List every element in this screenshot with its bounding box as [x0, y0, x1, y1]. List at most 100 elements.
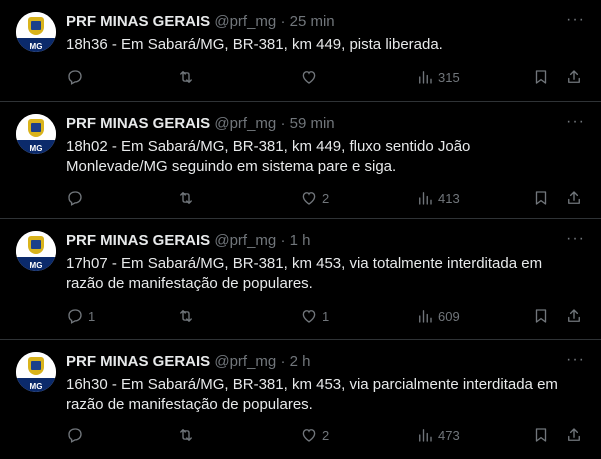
- separator: ·: [280, 353, 286, 370]
- reply-icon: [68, 191, 82, 206]
- share-icon: [568, 428, 580, 441]
- share-button[interactable]: [565, 188, 583, 208]
- retweet-icon: [180, 71, 192, 83]
- like-button[interactable]: 2: [300, 425, 329, 445]
- tweet-actions: 1 1 609: [66, 306, 585, 326]
- prf-badge-icon: [28, 17, 44, 35]
- tweet-text: 18h02 - Em Sabará/MG, BR-381, km 449, fl…: [66, 138, 471, 175]
- views-icon: [419, 429, 432, 442]
- share-button[interactable]: [565, 425, 583, 445]
- like-icon: [302, 310, 316, 323]
- bookmark-button[interactable]: [532, 67, 550, 87]
- author-handle[interactable]: @prf_mg: [214, 232, 276, 249]
- reply-button[interactable]: [66, 67, 88, 87]
- author-handle[interactable]: @prf_mg: [214, 13, 276, 30]
- timeline-feed: MG PRF MINAS GERAIS @prf_mg · 25 min 18h…: [0, 0, 601, 457]
- avatar-label: MG: [29, 42, 43, 51]
- tweet-actions: 315: [66, 67, 585, 87]
- share-icon: [568, 309, 580, 322]
- avatar[interactable]: MG: [16, 12, 56, 52]
- like-count: 2: [322, 427, 330, 443]
- author-name[interactable]: PRF MINAS GERAIS: [66, 13, 210, 30]
- bookmark-icon: [535, 309, 547, 323]
- prf-badge-icon: [28, 357, 44, 375]
- reply-icon: [68, 309, 82, 324]
- tweet[interactable]: MG PRF MINAS GERAIS @prf_mg · 25 min 18h…: [0, 0, 601, 102]
- reply-button[interactable]: [66, 425, 88, 445]
- avatar-label: MG: [29, 144, 43, 153]
- views-button[interactable]: 473: [416, 425, 460, 445]
- retweet-button[interactable]: [177, 306, 199, 326]
- views-icon: [419, 310, 432, 323]
- like-icon: [302, 192, 316, 205]
- share-button[interactable]: [565, 67, 583, 87]
- reply-button[interactable]: [66, 188, 88, 208]
- tweet-header: PRF MINAS GERAIS @prf_mg · 1 h: [66, 231, 561, 251]
- timestamp[interactable]: 1 h: [290, 232, 311, 249]
- share-icon: [568, 191, 580, 204]
- retweet-button[interactable]: [177, 67, 199, 87]
- bookmark-icon: [535, 191, 547, 205]
- more-icon[interactable]: ···: [566, 352, 585, 368]
- prf-badge-icon: [28, 119, 44, 137]
- views-button[interactable]: 315: [416, 67, 460, 87]
- tweet[interactable]: MG PRF MINAS GERAIS @prf_mg · 2 h 16h30 …: [0, 340, 601, 457]
- avatar[interactable]: MG: [16, 114, 56, 154]
- views-count: 609: [438, 308, 460, 324]
- avatar-label: MG: [29, 382, 43, 391]
- author-name[interactable]: PRF MINAS GERAIS: [66, 115, 210, 132]
- like-count: 1: [322, 308, 330, 324]
- tweet-text: 16h30 - Em Sabará/MG, BR-381, km 453, vi…: [66, 376, 558, 413]
- timestamp[interactable]: 25 min: [290, 13, 335, 30]
- author-handle[interactable]: @prf_mg: [214, 115, 276, 132]
- like-button[interactable]: 1: [300, 306, 329, 326]
- tweet[interactable]: MG PRF MINAS GERAIS @prf_mg · 59 min 18h…: [0, 102, 601, 219]
- author-handle[interactable]: @prf_mg: [214, 353, 276, 370]
- reply-icon: [68, 70, 82, 85]
- views-icon: [419, 71, 432, 84]
- like-count: 2: [322, 190, 330, 206]
- views-count: 413: [438, 190, 460, 206]
- separator: ·: [280, 13, 286, 30]
- author-name[interactable]: PRF MINAS GERAIS: [66, 232, 210, 249]
- retweet-button[interactable]: [177, 425, 199, 445]
- views-icon: [419, 192, 432, 205]
- tweet-header: PRF MINAS GERAIS @prf_mg · 25 min: [66, 12, 561, 32]
- bookmark-button[interactable]: [532, 188, 550, 208]
- avatar[interactable]: MG: [16, 231, 56, 271]
- share-icon: [568, 70, 580, 83]
- timestamp[interactable]: 2 h: [290, 353, 311, 370]
- tweet[interactable]: MG PRF MINAS GERAIS @prf_mg · 1 h 17h07 …: [0, 219, 601, 340]
- views-button[interactable]: 609: [416, 306, 460, 326]
- bookmark-icon: [535, 428, 547, 442]
- timestamp[interactable]: 59 min: [290, 115, 335, 132]
- views-count: 315: [438, 69, 460, 85]
- more-icon[interactable]: ···: [566, 114, 585, 130]
- tweet-text: 18h36 - Em Sabará/MG, BR-381, km 449, pi…: [66, 36, 443, 53]
- bookmark-button[interactable]: [532, 306, 550, 326]
- avatar-label: MG: [29, 261, 43, 270]
- views-count: 473: [438, 427, 460, 443]
- bookmark-button[interactable]: [532, 425, 550, 445]
- share-button[interactable]: [565, 306, 583, 326]
- author-name[interactable]: PRF MINAS GERAIS: [66, 353, 210, 370]
- retweet-icon: [180, 310, 192, 322]
- avatar[interactable]: MG: [16, 352, 56, 392]
- retweet-icon: [180, 429, 192, 441]
- tweet-header: PRF MINAS GERAIS @prf_mg · 2 h: [66, 352, 561, 372]
- like-icon: [302, 71, 316, 84]
- prf-badge-icon: [28, 236, 44, 254]
- separator: ·: [280, 232, 286, 249]
- reply-count: 1: [88, 308, 96, 324]
- tweet-text: 17h07 - Em Sabará/MG, BR-381, km 453, vi…: [66, 255, 543, 292]
- bookmark-icon: [535, 70, 547, 84]
- views-button[interactable]: 413: [416, 188, 460, 208]
- like-button[interactable]: 2: [300, 188, 329, 208]
- like-button[interactable]: [300, 67, 322, 87]
- retweet-button[interactable]: [177, 188, 199, 208]
- tweet-actions: 2 473: [66, 425, 585, 445]
- reply-icon: [68, 428, 82, 443]
- reply-button[interactable]: 1: [66, 306, 95, 326]
- more-icon[interactable]: ···: [566, 12, 585, 28]
- more-icon[interactable]: ···: [566, 231, 585, 247]
